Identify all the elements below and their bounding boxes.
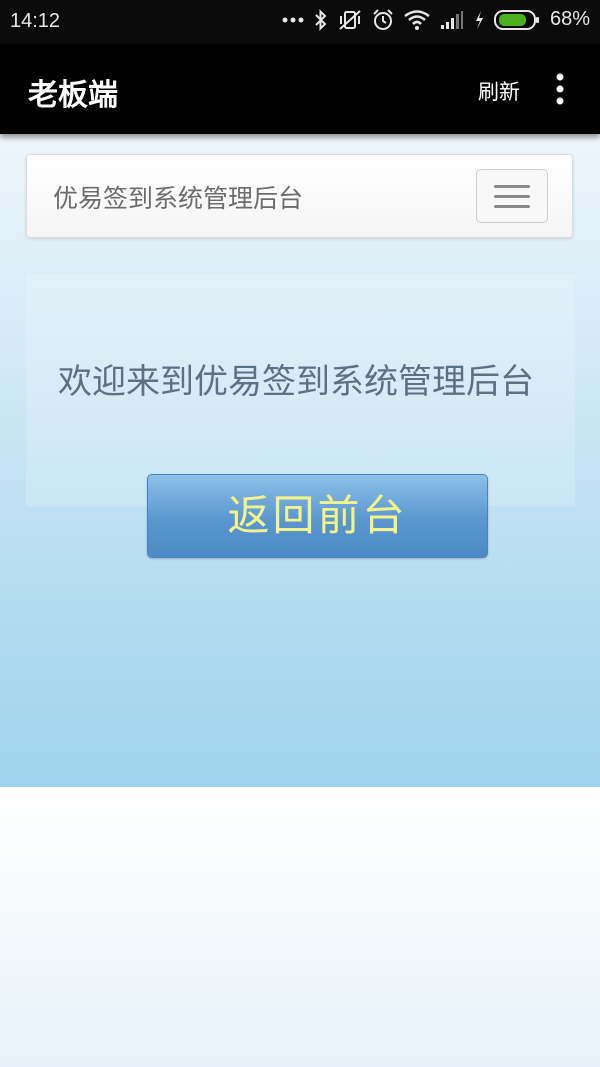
blank-area xyxy=(0,787,600,1067)
vibrate-off-icon xyxy=(339,9,361,30)
wifi-icon xyxy=(404,9,430,30)
web-content: 优易签到系统管理后台 欢迎来到优易签到系统管理后台 返回前台 xyxy=(0,134,600,787)
battery-icon xyxy=(493,9,539,30)
charging-icon xyxy=(475,10,483,29)
back-to-frontend-button[interactable]: 返回前台 xyxy=(147,474,488,558)
battery-percent: 68% xyxy=(549,8,590,30)
status-icons: 68% xyxy=(282,8,590,31)
navbar-toggle-button[interactable] xyxy=(476,169,548,223)
welcome-heading: 欢迎来到优易签到系统管理后台 xyxy=(58,362,534,402)
status-bar: 14:12 68% xyxy=(0,0,600,44)
hamburger-menu-icon xyxy=(494,195,530,198)
more-dots-icon xyxy=(282,17,304,22)
app-action-bar: 老板端 刷新 xyxy=(0,44,600,134)
more-vert-icon[interactable] xyxy=(550,72,570,106)
welcome-jumbotron: 欢迎来到优易签到系统管理后台 xyxy=(26,274,575,506)
app-title: 老板端 xyxy=(28,78,118,113)
bluetooth-icon xyxy=(315,8,327,31)
refresh-button[interactable]: 刷新 xyxy=(478,76,520,106)
hamburger-menu-icon xyxy=(494,205,530,208)
navbar: 优易签到系统管理后台 xyxy=(26,154,573,238)
signal-icon xyxy=(440,10,463,29)
navbar-brand[interactable]: 优易签到系统管理后台 xyxy=(53,179,303,215)
hamburger-menu-icon xyxy=(494,185,530,188)
status-time: 14:12 xyxy=(10,10,61,32)
alarm-icon xyxy=(373,8,393,30)
